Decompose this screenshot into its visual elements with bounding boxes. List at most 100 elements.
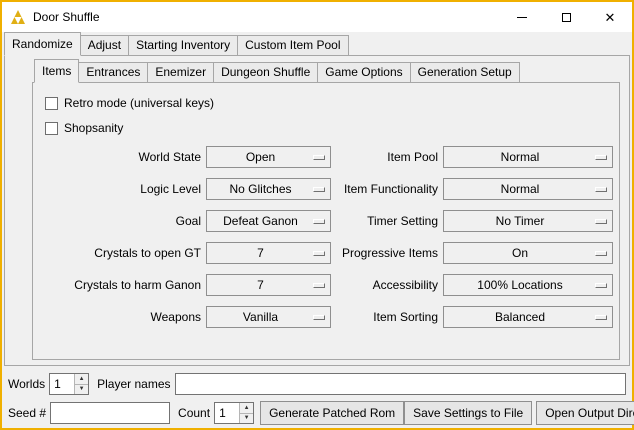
shopsanity-label: Shopsanity — [64, 121, 123, 135]
item-pool-dropdown[interactable]: Normal — [443, 146, 613, 168]
tab-entrances[interactable]: Entrances — [78, 62, 148, 82]
seed-row: Seed # Count ▲ ▼ Generate Patched Rom Sa… — [5, 400, 629, 426]
item-sorting-label: Item Sorting — [336, 306, 438, 328]
tab-dungeon-shuffle[interactable]: Dungeon Shuffle — [213, 62, 318, 82]
checkbox-group: Retro mode (universal keys) Shopsanity — [33, 83, 619, 138]
crystals-open-gt-label: Crystals to open GT — [43, 242, 201, 264]
worlds-spin-down-button[interactable]: ▼ — [75, 384, 88, 395]
window-controls: ✕ — [500, 2, 632, 32]
titlebar[interactable]: Door Shuffle ✕ — [2, 2, 632, 32]
app-icon — [10, 9, 26, 25]
timer-setting-value: No Timer — [496, 214, 545, 228]
tab-custom-item-pool[interactable]: Custom Item Pool — [237, 35, 348, 55]
progressive-items-value: On — [512, 246, 528, 260]
logic-level-dropdown[interactable]: No Glitches — [206, 178, 331, 200]
inner-notebook: Items Entrances Enemizer Dungeon Shuffle… — [32, 59, 629, 360]
tab-randomize[interactable]: Randomize — [4, 32, 81, 56]
item-functionality-label: Item Functionality — [336, 178, 438, 200]
bottom-controls: Worlds ▲ ▼ Player names Seed # Count — [5, 368, 629, 428]
inner-tab-bar: Items Entrances Enemizer Dungeon Shuffle… — [32, 59, 629, 82]
save-settings-button[interactable]: Save Settings to File — [404, 401, 532, 425]
player-names-input[interactable] — [175, 373, 627, 395]
item-pool-value: Normal — [501, 150, 540, 164]
dropdown-indicator-icon — [313, 283, 325, 288]
world-state-label: World State — [43, 146, 201, 168]
close-button[interactable]: ✕ — [588, 2, 632, 32]
dropdown-indicator-icon — [313, 251, 325, 256]
weapons-dropdown[interactable]: Vanilla — [206, 306, 331, 328]
minimize-icon — [517, 17, 527, 18]
crystals-harm-ganon-value: 7 — [257, 278, 264, 292]
retro-mode-checkbox[interactable] — [45, 97, 58, 110]
crystals-harm-ganon-dropdown[interactable]: 7 — [206, 274, 331, 296]
retro-mode-checkbox-row[interactable]: Retro mode (universal keys) — [45, 93, 619, 113]
items-pane: Retro mode (universal keys) Shopsanity W… — [32, 82, 620, 360]
crystals-harm-ganon-label: Crystals to harm Ganon — [43, 274, 201, 296]
minimize-button[interactable] — [500, 2, 544, 32]
item-sorting-dropdown[interactable]: Balanced — [443, 306, 613, 328]
shopsanity-checkbox[interactable] — [45, 122, 58, 135]
spin-up-icon: ▲ — [244, 405, 250, 411]
spin-down-icon: ▼ — [244, 415, 250, 421]
item-functionality-value: Normal — [501, 182, 540, 196]
item-pool-label: Item Pool — [336, 146, 438, 168]
crystals-open-gt-dropdown[interactable]: 7 — [206, 242, 331, 264]
maximize-button[interactable] — [544, 2, 588, 32]
dropdown-indicator-icon — [595, 251, 607, 256]
seed-input[interactable] — [50, 402, 170, 424]
worlds-row: Worlds ▲ ▼ Player names — [5, 371, 629, 397]
dropdown-indicator-icon — [595, 283, 607, 288]
progressive-items-dropdown[interactable]: On — [443, 242, 613, 264]
tab-generation-setup[interactable]: Generation Setup — [410, 62, 520, 82]
seed-label: Seed # — [8, 406, 46, 420]
tab-game-options[interactable]: Game Options — [317, 62, 410, 82]
timer-setting-dropdown[interactable]: No Timer — [443, 210, 613, 232]
tab-adjust[interactable]: Adjust — [80, 35, 129, 55]
goal-dropdown[interactable]: Defeat Ganon — [206, 210, 331, 232]
dropdown-indicator-icon — [313, 155, 325, 160]
world-state-dropdown[interactable]: Open — [206, 146, 331, 168]
timer-setting-label: Timer Setting — [336, 210, 438, 232]
count-spin-input[interactable] — [215, 403, 239, 423]
window-content: Randomize Adjust Starting Inventory Cust… — [2, 32, 632, 428]
maximize-icon — [562, 13, 571, 22]
door-shuffle-window: Door Shuffle ✕ Randomize Adjust Starting… — [0, 0, 634, 430]
worlds-label: Worlds — [8, 377, 45, 391]
worlds-spin-up-button[interactable]: ▲ — [75, 374, 88, 384]
tab-enemizer[interactable]: Enemizer — [147, 62, 214, 82]
count-spinbox[interactable]: ▲ ▼ — [214, 402, 254, 424]
retro-mode-label: Retro mode (universal keys) — [64, 96, 214, 110]
accessibility-value: 100% Locations — [477, 278, 562, 292]
generate-patched-rom-button[interactable]: Generate Patched Rom — [260, 401, 404, 425]
tab-items[interactable]: Items — [34, 59, 79, 83]
randomize-pane: Items Entrances Enemizer Dungeon Shuffle… — [4, 55, 630, 366]
accessibility-label: Accessibility — [336, 274, 438, 296]
logic-level-label: Logic Level — [43, 178, 201, 200]
dropdown-indicator-icon — [595, 187, 607, 192]
count-label: Count — [178, 406, 210, 420]
worlds-spinbox[interactable]: ▲ ▼ — [49, 373, 89, 395]
window-title: Door Shuffle — [33, 10, 100, 24]
dropdown-indicator-icon — [313, 187, 325, 192]
accessibility-dropdown[interactable]: 100% Locations — [443, 274, 613, 296]
weapons-label: Weapons — [43, 306, 201, 328]
shopsanity-checkbox-row[interactable]: Shopsanity — [45, 118, 619, 138]
dropdown-indicator-icon — [595, 315, 607, 320]
tab-starting-inventory[interactable]: Starting Inventory — [128, 35, 238, 55]
dropdown-indicator-icon — [595, 219, 607, 224]
close-icon: ✕ — [605, 11, 616, 24]
goal-value: Defeat Ganon — [223, 214, 298, 228]
crystals-open-gt-value: 7 — [257, 246, 264, 260]
dropdown-indicator-icon — [595, 155, 607, 160]
open-output-directory-button[interactable]: Open Output Directory — [536, 401, 634, 425]
item-functionality-dropdown[interactable]: Normal — [443, 178, 613, 200]
world-state-value: Open — [246, 150, 275, 164]
count-spin-down-button[interactable]: ▼ — [240, 413, 253, 424]
worlds-spin-input[interactable] — [50, 374, 74, 394]
count-spin-up-button[interactable]: ▲ — [240, 403, 253, 413]
count-spin-arrows: ▲ ▼ — [239, 403, 253, 423]
goal-label: Goal — [43, 210, 201, 232]
worlds-spin-arrows: ▲ ▼ — [74, 374, 88, 394]
item-sorting-value: Balanced — [495, 310, 545, 324]
outer-tab-bar: Randomize Adjust Starting Inventory Cust… — [2, 32, 632, 55]
